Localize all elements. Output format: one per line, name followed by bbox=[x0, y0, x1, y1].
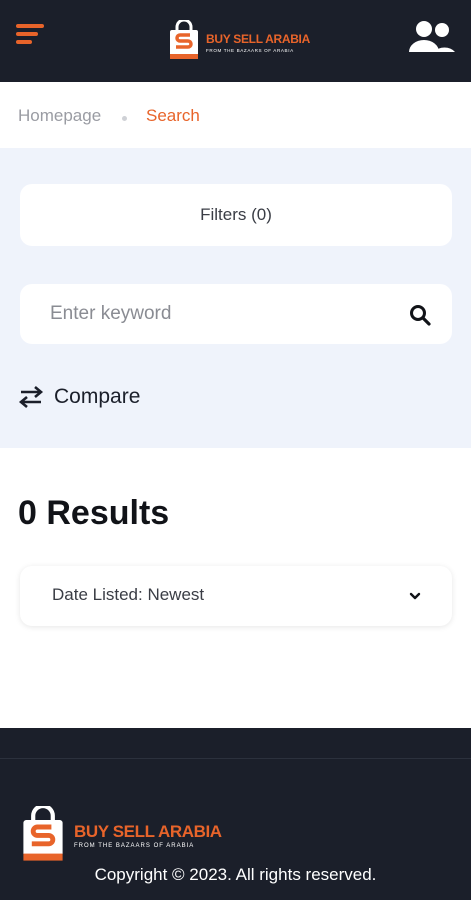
filters-button[interactable]: Filters (0) bbox=[20, 184, 452, 246]
footer-divider bbox=[0, 758, 471, 759]
breadcrumb-current: Search bbox=[146, 106, 200, 125]
top-header: BUY SELL ARABIA FROM THE BAZAARS OF ARAB… bbox=[0, 0, 471, 82]
sort-selected-value: Date Listed: Newest bbox=[52, 585, 205, 604]
breadcrumb-home-link[interactable]: Homepage bbox=[18, 106, 101, 126]
site-footer: BUY SELL ARABIA FROM THE BAZAARS OF ARAB… bbox=[0, 728, 471, 900]
footer-logo-name: BUY SELL ARABIA bbox=[74, 822, 222, 841]
sort-dropdown[interactable]: Date Listed: Newest bbox=[20, 566, 452, 626]
copyright-text: Copyright © 2023. All rights reserved. bbox=[94, 865, 377, 884]
site-logo[interactable]: BUY SELL ARABIA FROM THE BAZAARS OF ARAB… bbox=[168, 20, 310, 62]
breadcrumb-separator bbox=[122, 116, 127, 121]
results-count-heading: 0 Results bbox=[18, 494, 170, 532]
shopping-bag-logo-icon bbox=[170, 20, 198, 59]
search-box bbox=[20, 284, 452, 344]
swap-arrows-icon bbox=[18, 386, 44, 408]
compare-label: Compare bbox=[54, 385, 141, 408]
chevron-down-icon bbox=[409, 592, 421, 600]
footer-logo[interactable]: BUY SELL ARABIA FROM THE BAZAARS OF ARAB… bbox=[20, 806, 230, 862]
search-panel: Filters (0) Compare bbox=[0, 148, 471, 448]
hamburger-menu-icon[interactable] bbox=[16, 24, 46, 48]
breadcrumb: Homepage Search bbox=[0, 82, 471, 148]
search-input[interactable] bbox=[50, 284, 390, 344]
logo-name: BUY SELL ARABIA bbox=[206, 32, 310, 46]
shopping-bag-logo-icon bbox=[23, 806, 63, 861]
compare-button[interactable]: Compare bbox=[18, 380, 140, 414]
logo-tagline: FROM THE BAZAARS OF ARABIA bbox=[206, 48, 294, 53]
footer-logo-tagline: FROM THE BAZAARS OF ARABIA bbox=[74, 843, 195, 849]
search-icon[interactable] bbox=[408, 303, 432, 327]
users-icon[interactable] bbox=[408, 20, 456, 54]
